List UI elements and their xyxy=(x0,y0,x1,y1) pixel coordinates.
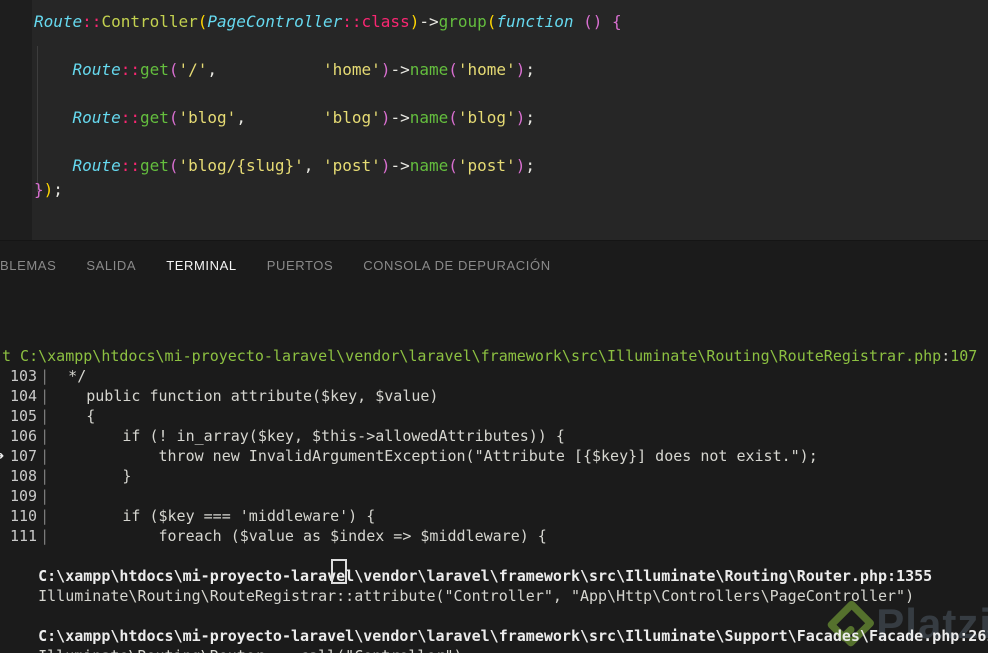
code-editor-content[interactable]: Route::Controller(PageController::class)… xyxy=(34,10,622,202)
code-excerpt-line: 103 | */ xyxy=(10,367,87,385)
code-excerpt-line: 110 | if ($key === 'middleware') { xyxy=(10,507,376,525)
tab-blemas[interactable]: BLEMAS xyxy=(0,258,56,273)
stack-frame-path: C:\xampp\htdocs\mi-proyecto-laravel\vend… xyxy=(2,627,988,645)
code-excerpt-line: 105 | { xyxy=(10,407,96,425)
code-line: Route::get('/', 'home')->name('home'); xyxy=(72,60,535,79)
terminal-cursor xyxy=(331,559,347,584)
code-line: }); xyxy=(34,180,63,199)
tab-consola-de-depuracion[interactable]: CONSOLA DE DEPURACIÓN xyxy=(363,258,550,273)
code-excerpt-line: 108 | } xyxy=(10,467,132,485)
terminal[interactable]: t C:\xampp\htdocs\mi-proyecto-laravel\ve… xyxy=(0,346,988,653)
vscode-window: Route::Controller(PageController::class)… xyxy=(0,0,988,653)
tab-puertos[interactable]: PUERTOS xyxy=(267,258,334,273)
exception-location-line: t C:\xampp\htdocs\mi-proyecto-laravel\ve… xyxy=(2,347,978,365)
editor-gutter xyxy=(0,0,32,240)
code-excerpt-line: 104 | public function attribute($key, $va… xyxy=(10,387,439,405)
stack-frame-path: C:\xampp\htdocs\mi-proyecto-laravel\vend… xyxy=(2,567,933,585)
code-line: Route::get('blog', 'blog')->name('blog')… xyxy=(72,108,535,127)
code-excerpt-line: 106 | if (! in_array($key, $this->allowed… xyxy=(10,427,565,445)
code-excerpt-line: 111 | foreach ($value as $index => $middl… xyxy=(10,527,547,545)
stack-frame-call: Illuminate\Routing\RouteRegistrar::attri… xyxy=(2,587,915,605)
code-excerpt-line: 109 | xyxy=(10,487,50,505)
bottom-panel: BLEMAS SALIDA TERMINAL PUERTOS CONSOLA DE DE… xyxy=(0,240,988,653)
stack-frame-call: Illuminate\Routing\Router::__call("Contr… xyxy=(2,646,988,653)
code-line: Route::Controller(PageController::class)… xyxy=(34,12,622,31)
tab-salida[interactable]: SALIDA xyxy=(86,258,136,273)
panel-tab-bar: BLEMAS SALIDA TERMINAL PUERTOS CONSOLA DE DE… xyxy=(0,241,988,290)
tab-terminal[interactable]: TERMINAL xyxy=(166,258,237,273)
code-line: Route::get('blog/{slug}', 'post')->name(… xyxy=(72,156,535,175)
code-excerpt-line: ➜107| throw new InvalidArgumentException… xyxy=(0,447,818,465)
code-editor[interactable]: Route::Controller(PageController::class)… xyxy=(0,0,988,240)
